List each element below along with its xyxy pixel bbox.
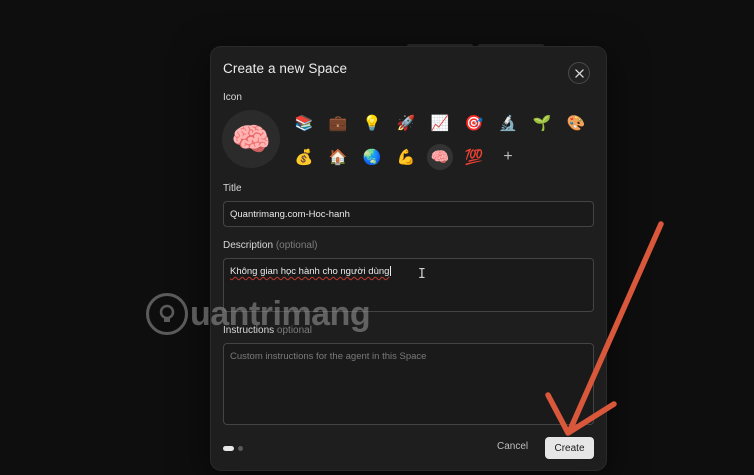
icon-option-hundred[interactable]: 💯 xyxy=(461,144,487,170)
icon-option-house[interactable]: 🏠 xyxy=(325,144,351,170)
description-optional-tag: (optional) xyxy=(275,240,318,251)
title-label: Title xyxy=(223,183,242,194)
description-label: Description (optional) xyxy=(223,240,318,251)
icon-option-globe[interactable]: 🌏 xyxy=(359,144,385,170)
icon-option-muscle[interactable]: 💪 xyxy=(393,144,419,170)
description-input-value: Không gian học hành cho người dùng xyxy=(230,266,390,277)
lightbulb-icon: 💡 xyxy=(362,115,382,132)
icon-option-brain[interactable]: 🧠 xyxy=(427,144,453,170)
step-dot-active xyxy=(223,446,234,451)
instructions-label: Instructions optional xyxy=(223,325,312,336)
add-icon-button[interactable]: + xyxy=(495,144,521,170)
icon-label: Icon xyxy=(223,92,242,103)
step-dot xyxy=(238,446,243,451)
instructions-input[interactable]: Custom instructions for the agent in thi… xyxy=(223,343,594,425)
flexed-biceps-icon: 💪 xyxy=(396,149,416,166)
modal-title: Create a new Space xyxy=(223,61,348,76)
plus-icon: + xyxy=(503,148,513,165)
chart-increasing-icon: 📈 xyxy=(430,115,450,132)
icon-option-chart[interactable]: 📈 xyxy=(427,110,453,136)
create-button[interactable]: Create xyxy=(545,437,594,459)
rocket-icon: 🚀 xyxy=(396,115,416,132)
description-input[interactable]: Không gian học hành cho người dùng xyxy=(223,258,594,312)
description-label-text: Description xyxy=(223,240,274,251)
title-input[interactable]: Quantrimang.com-Hoc-hanh xyxy=(223,201,594,227)
brain-icon: 🧠 xyxy=(430,149,450,166)
icon-option-target[interactable]: 🎯 xyxy=(461,110,487,136)
globe-icon: 🌏 xyxy=(362,149,382,166)
close-icon xyxy=(574,68,584,78)
icon-option-briefcase[interactable]: 💼 xyxy=(325,110,351,136)
text-caret xyxy=(390,266,392,277)
instructions-placeholder: Custom instructions for the agent in thi… xyxy=(230,351,427,362)
title-input-value: Quantrimang.com-Hoc-hanh xyxy=(230,209,350,220)
icon-option-money-bag[interactable]: 💰 xyxy=(291,144,317,170)
instructions-label-text: Instructions xyxy=(223,325,275,336)
create-space-modal: Create a new Space Icon 🧠 📚 💼 💡 🚀 📈 🎯 🔬 … xyxy=(211,47,606,470)
hundred-points-icon: 💯 xyxy=(464,149,484,166)
house-icon: 🏠 xyxy=(328,149,348,166)
books-icon: 📚 xyxy=(294,115,314,132)
icon-option-microscope[interactable]: 🔬 xyxy=(495,110,521,136)
seedling-icon: 🌱 xyxy=(532,115,552,132)
money-bag-icon: 💰 xyxy=(294,149,314,166)
cancel-button[interactable]: Cancel xyxy=(497,441,528,452)
text-cursor-icon: I xyxy=(418,267,426,282)
briefcase-icon: 💼 xyxy=(328,115,348,132)
target-icon: 🎯 xyxy=(464,115,484,132)
step-indicator xyxy=(223,446,243,451)
brain-icon: 🧠 xyxy=(231,121,271,157)
close-button[interactable] xyxy=(568,62,590,84)
icon-option-seedling[interactable]: 🌱 xyxy=(529,110,555,136)
microscope-icon: 🔬 xyxy=(498,115,518,132)
icon-option-lightbulb[interactable]: 💡 xyxy=(359,110,385,136)
instructions-optional-tag: optional xyxy=(276,325,312,336)
icon-option-palette[interactable]: 🎨 xyxy=(563,110,589,136)
palette-icon: 🎨 xyxy=(566,115,586,132)
icon-option-books[interactable]: 📚 xyxy=(291,110,317,136)
icon-option-rocket[interactable]: 🚀 xyxy=(393,110,419,136)
selected-icon-preview[interactable]: 🧠 xyxy=(222,110,280,168)
